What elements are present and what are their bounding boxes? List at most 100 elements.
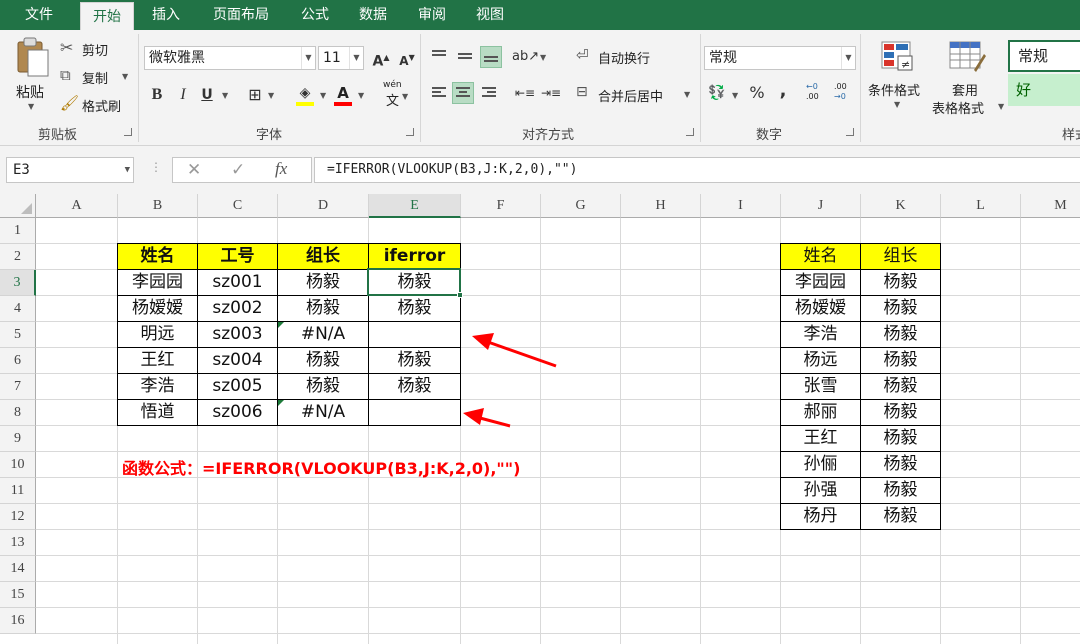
left-table-cell[interactable]: sz002 xyxy=(198,296,277,321)
align-middle-icon[interactable] xyxy=(454,46,476,68)
tab-formulas[interactable]: 公式 xyxy=(290,0,340,30)
chevron-down-icon[interactable]: ▼ xyxy=(540,53,546,62)
align-right-icon[interactable] xyxy=(478,82,500,104)
cut-button[interactable]: ✂ 剪切 xyxy=(60,38,130,60)
right-table-cell[interactable]: 杨毅 xyxy=(861,400,940,425)
right-table-cell[interactable]: 杨远 xyxy=(781,348,860,373)
left-table-header-cell[interactable]: 工号 xyxy=(198,244,277,269)
right-table-cell[interactable]: 杨毅 xyxy=(861,322,940,347)
left-table-cell[interactable] xyxy=(369,400,460,425)
row-header-4[interactable]: 4 xyxy=(0,296,36,322)
tab-file[interactable]: 文件 xyxy=(0,0,78,30)
cancel-icon[interactable]: ✕ xyxy=(187,160,201,180)
error-indicator-icon[interactable] xyxy=(278,400,284,406)
left-table-cell[interactable]: 悟道 xyxy=(118,400,197,425)
column-header-f[interactable]: F xyxy=(461,194,541,218)
number-format-select[interactable]: 常规 ▼ xyxy=(704,46,856,70)
tab-data[interactable]: 数据 xyxy=(348,0,398,30)
left-table-cell[interactable]: 杨毅 xyxy=(278,374,368,399)
tab-home[interactable]: 开始 xyxy=(80,2,134,30)
right-table-cell[interactable]: 孙俪 xyxy=(781,452,860,477)
enter-icon[interactable]: ✓ xyxy=(231,160,245,180)
column-header-i[interactable]: I xyxy=(701,194,781,218)
align-left-icon[interactable] xyxy=(428,82,450,104)
row-header-16[interactable]: 16 xyxy=(0,608,36,634)
font-name-select[interactable]: 微软雅黑 ▼ xyxy=(144,46,316,70)
right-table-cell[interactable]: 孙强 xyxy=(781,478,860,503)
right-table-header-cell[interactable]: 组长 xyxy=(861,244,940,269)
left-table-cell[interactable]: 杨毅 xyxy=(278,348,368,373)
right-table-cell[interactable]: 杨嫒嫒 xyxy=(781,296,860,321)
left-table-cell[interactable]: 王红 xyxy=(118,348,197,373)
left-table-cell[interactable]: 杨毅 xyxy=(369,296,460,321)
comma-style-button[interactable]: , xyxy=(772,80,794,102)
left-table-cell[interactable]: sz001 xyxy=(198,270,277,295)
row-header-11[interactable]: 11 xyxy=(0,478,36,504)
chevron-down-icon[interactable]: ▼ xyxy=(268,91,274,100)
tab-page-layout[interactable]: 页面布局 xyxy=(202,0,280,30)
row-header-12[interactable]: 12 xyxy=(0,504,36,530)
align-bottom-icon[interactable] xyxy=(480,46,502,68)
right-table-cell[interactable]: 杨毅 xyxy=(861,348,940,373)
format-as-table-button[interactable]: 套用 表格格式 ▼ xyxy=(930,40,1006,117)
column-header-g[interactable]: G xyxy=(541,194,621,218)
row-header-13[interactable]: 13 xyxy=(0,530,36,556)
chevron-down-icon[interactable]: ▼ xyxy=(358,91,364,100)
right-table-cell[interactable]: 杨丹 xyxy=(781,504,860,529)
error-indicator-icon[interactable] xyxy=(278,322,284,328)
orientation-icon[interactable]: ab↗ xyxy=(512,46,539,68)
format-painter-button[interactable]: 🖌 格式刷 xyxy=(60,94,136,116)
align-center-icon[interactable] xyxy=(452,82,474,104)
right-table-cell[interactable]: 杨毅 xyxy=(861,296,940,321)
left-table-cell[interactable]: 杨嫒嫒 xyxy=(118,296,197,321)
copy-button[interactable]: ⧉ 复制 ▼ xyxy=(60,66,136,88)
underline-button[interactable]: U xyxy=(196,84,218,106)
column-header-d[interactable]: D xyxy=(278,194,369,218)
left-table-cell[interactable]: 杨毅 xyxy=(369,348,460,373)
decrease-font-size-button[interactable]: A▼ xyxy=(396,47,418,69)
row-header-14[interactable]: 14 xyxy=(0,556,36,582)
left-table-cell[interactable]: 李浩 xyxy=(118,374,197,399)
right-table-cell[interactable]: 李浩 xyxy=(781,322,860,347)
chevron-down-icon[interactable]: ▼ xyxy=(732,91,738,100)
right-table-cell[interactable]: 杨毅 xyxy=(861,374,940,399)
align-top-icon[interactable] xyxy=(428,46,450,68)
borders-icon[interactable]: ⊞ xyxy=(244,84,266,106)
tab-review[interactable]: 审阅 xyxy=(406,0,458,30)
row-header-7[interactable]: 7 xyxy=(0,374,36,400)
alignment-launcher-icon[interactable] xyxy=(686,128,694,136)
bold-button[interactable]: B xyxy=(146,84,168,106)
column-header-k[interactable]: K xyxy=(861,194,941,218)
right-table-cell[interactable]: 郝丽 xyxy=(781,400,860,425)
conditional-formatting-button[interactable]: ≠ 条件格式 ▼ xyxy=(864,40,932,116)
clipboard-launcher-icon[interactable] xyxy=(124,128,132,136)
column-header-m[interactable]: M xyxy=(1021,194,1080,218)
left-table-cell[interactable]: sz006 xyxy=(198,400,277,425)
active-cell-outline[interactable] xyxy=(367,268,461,296)
fill-color-icon[interactable]: ◈ xyxy=(294,82,316,106)
column-header-a[interactable]: A xyxy=(36,194,118,218)
right-table-cell[interactable]: 杨毅 xyxy=(861,270,940,295)
chevron-down-icon[interactable]: ▼ xyxy=(222,91,228,100)
left-table-cell[interactable]: sz004 xyxy=(198,348,277,373)
right-table-cell[interactable]: 张雪 xyxy=(781,374,860,399)
right-table-cell[interactable]: 杨毅 xyxy=(861,478,940,503)
left-table-header-cell[interactable]: iferror xyxy=(369,244,460,269)
number-launcher-icon[interactable] xyxy=(846,128,854,136)
formula-input[interactable]: =IFERROR(VLOOKUP(B3,J:K,2,0),"") xyxy=(314,157,1080,183)
tab-view[interactable]: 视图 xyxy=(464,0,516,30)
row-header-3[interactable]: 3 xyxy=(0,270,36,296)
right-table-cell[interactable]: 杨毅 xyxy=(861,504,940,529)
increase-indent-icon[interactable]: ⇥≡ xyxy=(540,82,562,104)
right-table-cell[interactable]: 王红 xyxy=(781,426,860,451)
select-all-corner[interactable] xyxy=(0,194,36,218)
left-table-cell[interactable]: sz005 xyxy=(198,374,277,399)
left-table-cell[interactable]: sz003 xyxy=(198,322,277,347)
font-size-select[interactable]: 11 ▼ xyxy=(318,46,364,70)
insert-function-icon[interactable]: fx xyxy=(275,159,287,179)
chevron-down-icon[interactable]: ▼ xyxy=(320,91,326,100)
increase-decimal-button[interactable]: ←0.00 xyxy=(806,82,830,106)
row-header-1[interactable]: 1 xyxy=(0,218,36,244)
row-header-2[interactable]: 2 xyxy=(0,244,36,270)
style-normal-tile[interactable]: 常规 xyxy=(1008,40,1080,72)
